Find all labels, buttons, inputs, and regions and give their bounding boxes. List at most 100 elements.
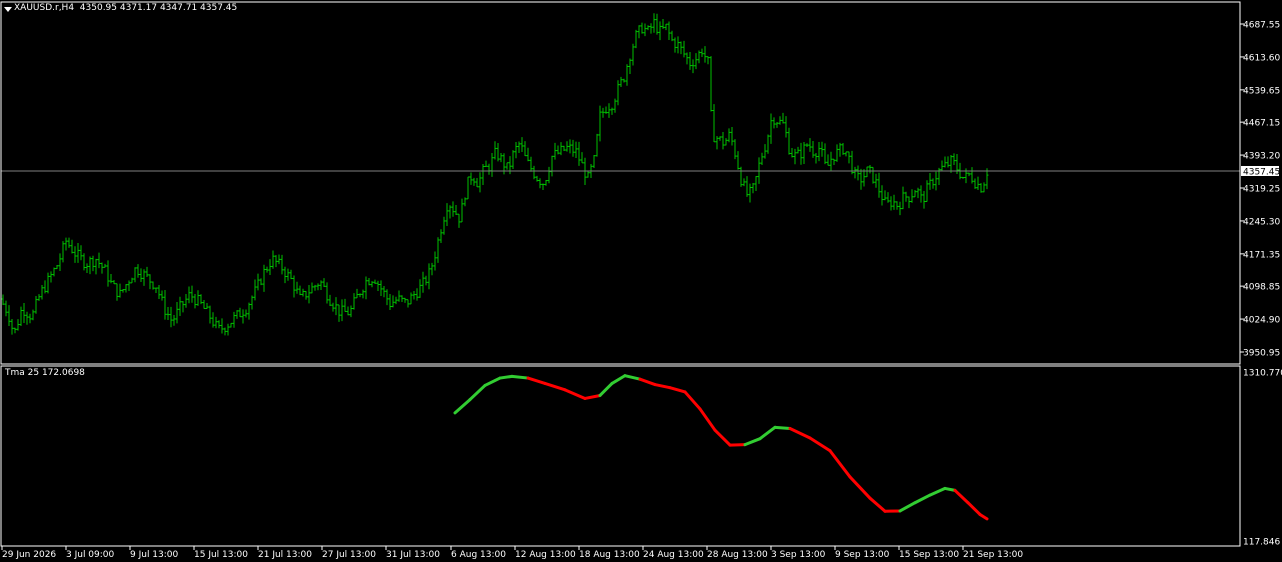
ohlc-bar	[655, 13, 659, 35]
ohlc-bar	[898, 201, 902, 216]
x-tick-label: 3 Sep 13:00	[771, 550, 826, 560]
ohlc-bar	[634, 29, 638, 49]
y-tick-label: 4319.25	[1243, 185, 1280, 195]
ohlc-bar	[388, 293, 392, 310]
tma-segment	[683, 390, 702, 411]
y-tick-label: 3950.95	[1243, 349, 1280, 359]
ohlc-bar	[55, 265, 59, 270]
ohlc-bar	[79, 245, 83, 261]
x-tick-label: 9 Sep 13:00	[835, 550, 890, 560]
ohlc-bar	[628, 58, 632, 75]
ohlc-bar	[361, 289, 365, 299]
ohlc-bar	[274, 255, 278, 268]
ohlc-bar	[514, 142, 518, 159]
ohlc-bar	[397, 290, 401, 302]
ohlc-bar	[601, 107, 605, 118]
tma-segment	[563, 388, 587, 400]
ohlc-bar	[820, 141, 824, 157]
ohlc-bar	[616, 80, 620, 106]
ohlc-bar	[925, 180, 929, 202]
ohlc-bar	[430, 262, 434, 276]
ohlc-bar	[859, 168, 863, 190]
tma-segment	[698, 407, 717, 432]
ohlc-bar	[253, 279, 257, 301]
ohlc-bar	[547, 166, 551, 184]
ohlc-bar	[244, 309, 248, 318]
ohlc-bar	[469, 172, 473, 185]
ohlc-bar	[688, 52, 692, 70]
ohlc-bar	[412, 291, 416, 300]
indicator-y-axis: 1310.7702 117.846	[1243, 369, 1282, 548]
ohlc-bar	[349, 305, 353, 318]
ohlc-bar	[208, 305, 212, 324]
tma-segment	[583, 393, 602, 400]
ohlc-bar	[760, 152, 764, 165]
ohlc-bar	[658, 21, 662, 41]
ohlc-bar	[451, 201, 455, 217]
ohlc-bar	[901, 186, 905, 210]
ohlc-bar	[247, 302, 251, 320]
tma-segment	[453, 398, 472, 415]
ohlc-bar	[493, 141, 497, 160]
ohlc-bar	[970, 167, 974, 184]
ohlc-bar	[7, 305, 11, 327]
ohlc-bar	[682, 40, 686, 58]
ohlc-bar	[49, 271, 53, 283]
ohlc-bar	[283, 266, 287, 284]
main-bars-layer	[1, 13, 989, 336]
tma-segment	[510, 374, 530, 380]
ohlc-bar	[853, 166, 857, 179]
ohlc-bar	[889, 196, 893, 211]
ohlc-bar	[232, 311, 236, 328]
ohlc-bar	[979, 183, 983, 193]
ohlc-bar	[775, 122, 779, 128]
ohlc-bar	[922, 191, 926, 209]
ohlc-bar	[301, 288, 305, 297]
ohlc-bar	[685, 52, 689, 65]
ohlc-bar	[544, 179, 548, 186]
ohlc-bar	[124, 284, 128, 293]
ohlc-bar	[670, 30, 674, 42]
ohlc-bar	[466, 176, 470, 200]
ohlc-bar	[967, 172, 971, 177]
ohlc-bar	[934, 171, 938, 191]
tma-segment	[543, 381, 567, 392]
ohlc-bar	[550, 155, 554, 177]
x-tick-label: 18 Aug 13:00	[579, 550, 640, 560]
y-tick-label: 4613.60	[1243, 53, 1280, 63]
ohlc-bar	[187, 286, 191, 304]
ohlc-bar	[697, 50, 701, 64]
ohlc-bar	[535, 175, 539, 182]
tma-segment	[978, 512, 989, 521]
ohlc-bar	[316, 283, 320, 291]
tma-segment	[623, 374, 642, 381]
ohlc-bar	[406, 299, 410, 308]
x-tick-label: 3 Jul 09:00	[66, 550, 115, 560]
trading-chart[interactable]: 4687.55 4613.60 4539.65 4467.15 4393.20 4319.…	[0, 0, 1282, 562]
ohlc-bar	[835, 144, 839, 162]
ohlc-bar	[148, 274, 152, 290]
ohlc-bar	[823, 143, 827, 165]
ohlc-bar	[886, 192, 890, 203]
ohlc-bar	[787, 127, 791, 155]
ohlc-bar	[856, 165, 860, 181]
ohlc-bar	[424, 275, 428, 286]
ohlc-bar	[364, 276, 368, 300]
ohlc-bar	[841, 143, 845, 155]
main-chart-border	[0, 1, 1241, 365]
y-tick-label: 4687.55	[1243, 21, 1280, 31]
tma-segment	[928, 486, 947, 497]
ohlc-bar	[259, 278, 263, 286]
ohlc-bar	[637, 25, 641, 39]
ohlc-bar	[718, 136, 722, 141]
ohlc-bar	[673, 37, 677, 53]
ohlc-bar	[739, 166, 743, 187]
tma-segment	[848, 475, 872, 500]
ohlc-bar	[169, 306, 173, 328]
ohlc-bar	[112, 280, 116, 285]
ohlc-bar	[916, 187, 920, 199]
tma-segment	[498, 374, 514, 380]
ohlc-bar	[517, 141, 521, 154]
ohlc-bar	[376, 280, 380, 292]
ohlc-bar	[385, 289, 389, 306]
